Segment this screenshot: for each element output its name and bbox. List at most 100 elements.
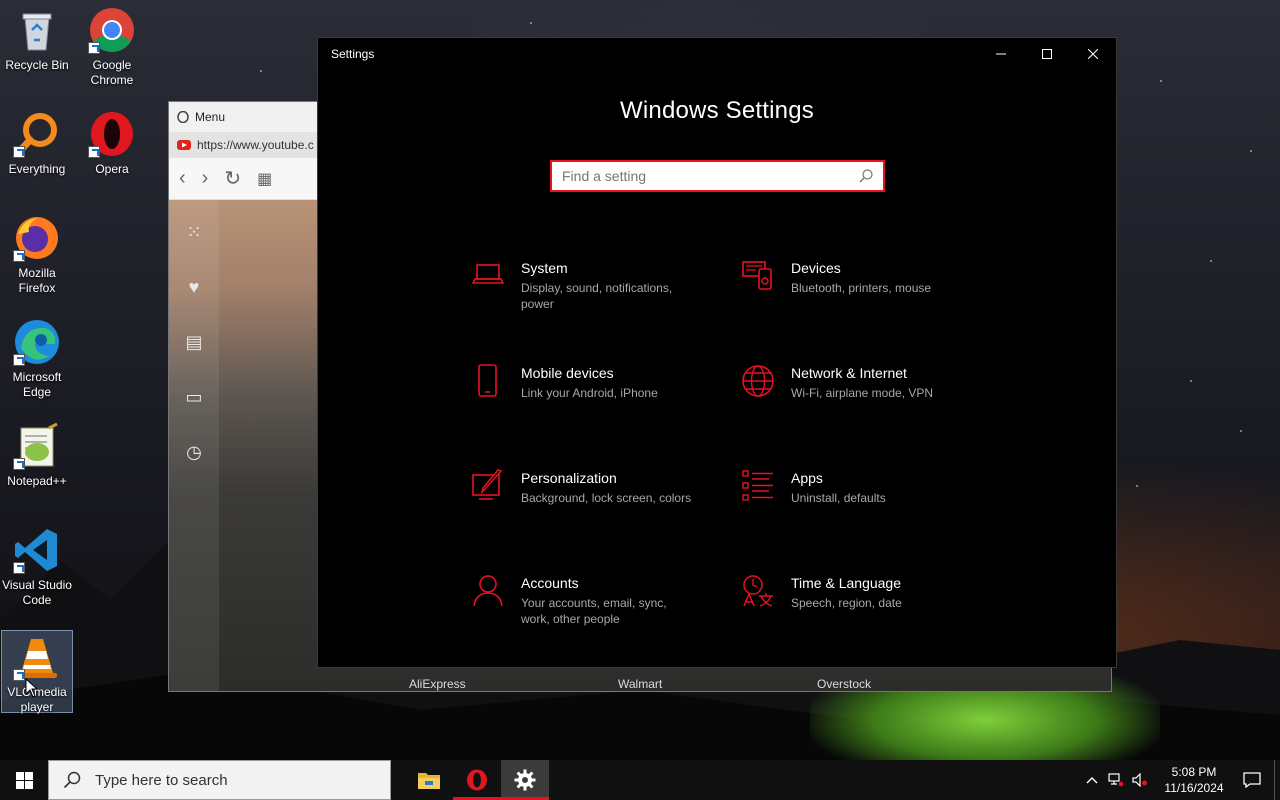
speed-dial-aliexpress[interactable]: AliExpress: [409, 677, 466, 691]
desktop-icon-label: Everything: [8, 162, 66, 176]
taskbar-clock[interactable]: 5:08 PM 11/16/2024: [1158, 764, 1230, 796]
tile-title: System: [521, 260, 568, 276]
opera-icon: [88, 110, 136, 158]
settings-tile-mobile-devices[interactable]: Mobile devices Link your Android, iPhone: [471, 364, 721, 401]
globe-icon: [742, 365, 774, 397]
desktop-icon-recycle-bin[interactable]: Recycle Bin: [1, 6, 73, 73]
desktop-icon-label: Mozilla Firefox: [18, 266, 56, 295]
clock-time: 5:08 PM: [1171, 765, 1217, 779]
settings-tile-apps[interactable]: Apps Uninstall, defaults: [741, 469, 991, 506]
minimize-icon: [996, 53, 1006, 55]
mouse-cursor-icon: [25, 678, 39, 698]
everything-search-icon: [13, 110, 61, 158]
phone-icon: [478, 364, 497, 397]
speed-dial-grid-icon[interactable]: ⁙: [186, 222, 201, 243]
tile-title: Mobile devices: [521, 365, 614, 381]
settings-heading: Windows Settings: [620, 97, 814, 124]
history-clock-icon[interactable]: ◷: [186, 442, 202, 463]
tile-title: Personalization: [521, 470, 617, 486]
tile-description: Wi-Fi, airplane mode, VPN: [791, 386, 934, 400]
show-desktop-button[interactable]: [1274, 760, 1280, 800]
settings-tile-devices[interactable]: Devices Bluetooth, printers, mouse: [741, 259, 991, 296]
action-center-button[interactable]: [1230, 760, 1274, 800]
file-explorer-icon: [418, 773, 440, 789]
tile-title: Network & Internet: [791, 365, 907, 381]
desktop-icon-google-chrome[interactable]: Google Chrome: [76, 6, 148, 88]
back-icon[interactable]: ‹: [179, 167, 186, 190]
maximize-icon: [1042, 49, 1052, 59]
start-button[interactable]: [0, 760, 48, 800]
shortcut-arrow-icon: [13, 250, 25, 262]
desktop-icon-label: Visual Studio Code: [2, 578, 72, 607]
desktop-icon-vlc-media-player[interactable]: VLC media player: [1, 630, 73, 714]
desktop-icon-label: Google Chrome: [90, 58, 134, 87]
clock-date: 11/16/2024: [1164, 781, 1224, 795]
shortcut-arrow-icon: [88, 146, 100, 158]
search-icon: [859, 169, 873, 183]
taskbar: Type here to search 5:08 PM 11/16/2024: [0, 760, 1280, 800]
desktop-icon-opera[interactable]: Opera: [76, 110, 148, 177]
opera-address-url[interactable]: https://www.youtube.c: [197, 138, 314, 152]
close-icon: [1088, 49, 1098, 59]
desktop-icon-mozilla-firefox[interactable]: Mozilla Firefox: [1, 214, 73, 296]
volume-muted-icon[interactable]: [1128, 760, 1152, 800]
tile-description: Speech, region, date: [791, 596, 902, 610]
desktop-icon-everything[interactable]: Everything: [1, 110, 73, 177]
paint-icon: [472, 469, 503, 500]
vscode-icon: [13, 526, 61, 574]
minimize-button[interactable]: [978, 38, 1024, 70]
tile-title: Accounts: [521, 575, 579, 591]
desktop-icon-microsoft-edge[interactable]: Microsoft Edge: [1, 318, 73, 400]
speed-dial-overstock[interactable]: Overstock: [817, 677, 871, 691]
settings-title-bar[interactable]: Settings: [318, 38, 1116, 70]
heart-icon[interactable]: ♥: [189, 277, 200, 298]
reload-icon[interactable]: ↻: [224, 166, 241, 191]
windows-logo-icon: [15, 771, 33, 789]
opera-menu-label[interactable]: Menu: [195, 110, 225, 124]
notepad-plus-plus-icon: [13, 422, 61, 470]
shortcut-arrow-icon: [13, 354, 25, 366]
settings-window-title: Settings: [331, 47, 375, 61]
settings-tile-system[interactable]: System Display, sound, notifications, po…: [471, 259, 721, 312]
settings-tile-network-internet[interactable]: Network & Internet Wi-Fi, airplane mode,…: [741, 364, 991, 401]
shortcut-arrow-icon: [13, 146, 25, 158]
desktop-icon-label: Recycle Bin: [5, 58, 69, 72]
tile-description: Display, sound, notifications, power: [521, 281, 673, 311]
shortcut-arrow-icon: [13, 458, 25, 470]
taskbar-settings[interactable]: [501, 760, 549, 800]
taskbar-file-explorer[interactable]: [405, 760, 453, 800]
time-language-icon: [743, 575, 773, 607]
find-setting-input[interactable]: [562, 168, 859, 184]
tile-title: Time & Language: [791, 575, 901, 591]
vlc-icon: [13, 633, 61, 681]
youtube-icon: [177, 140, 191, 150]
desktop-icon-notepad-plus-plus[interactable]: Notepad++: [1, 422, 73, 489]
gear-icon: [514, 769, 536, 791]
laptop-icon: [471, 264, 505, 284]
tile-description: Bluetooth, printers, mouse: [791, 281, 932, 295]
sync-devices-icon[interactable]: ▭: [185, 387, 202, 408]
maximize-button[interactable]: [1024, 38, 1070, 70]
settings-tile-personalization[interactable]: Personalization Background, lock screen,…: [471, 469, 721, 506]
settings-search-box[interactable]: [550, 160, 885, 192]
settings-tile-accounts[interactable]: Accounts Your accounts, email, sync, wor…: [471, 574, 721, 627]
taskbar-search-placeholder[interactable]: Type here to search: [95, 772, 228, 789]
taskbar-search-box[interactable]: Type here to search: [48, 760, 391, 800]
tile-description: Uninstall, defaults: [791, 491, 886, 505]
tile-description: Link your Android, iPhone: [521, 386, 658, 400]
speed-dial-walmart[interactable]: Walmart: [618, 677, 662, 691]
desktop-icon-visual-studio-code[interactable]: Visual Studio Code: [1, 526, 73, 608]
news-icon[interactable]: ▤: [185, 332, 202, 353]
opera-icon: [467, 769, 487, 791]
tray-overflow-chevron-up-icon[interactable]: [1080, 760, 1104, 800]
edge-icon: [13, 318, 61, 366]
forward-icon[interactable]: ›: [202, 167, 209, 190]
tabs-grid-icon[interactable]: ▦: [257, 169, 272, 189]
taskbar-opera[interactable]: [453, 760, 501, 800]
close-button[interactable]: [1070, 38, 1116, 70]
tile-description: Your accounts, email, sync, work, other …: [521, 596, 667, 626]
settings-tile-time-language[interactable]: Time & Language Speech, region, date: [741, 574, 991, 611]
network-icon[interactable]: [1104, 760, 1128, 800]
tile-title: Apps: [791, 470, 823, 486]
shortcut-arrow-icon: [13, 562, 25, 574]
